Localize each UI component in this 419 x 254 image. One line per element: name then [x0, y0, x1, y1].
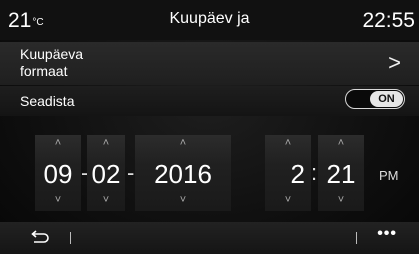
clock: 22:55	[362, 9, 415, 32]
date-separator: -	[127, 160, 135, 185]
chevron-down-icon[interactable]: ˅	[265, 195, 311, 206]
chevron-up-icon[interactable]: ˄	[35, 138, 81, 149]
chevron-down-icon[interactable]: ˅	[135, 195, 231, 206]
chevron-up-icon[interactable]: ˄	[265, 138, 311, 149]
day-value: 09	[43, 159, 73, 189]
bottom-bar: •••	[0, 222, 419, 254]
chevron-up-icon[interactable]: ˄	[318, 138, 364, 149]
divider	[70, 232, 71, 244]
year-value: 2016	[154, 159, 212, 189]
status-bar: 21°C Kuupäev ja 22:55	[0, 0, 419, 40]
more-icon: •••	[377, 225, 397, 242]
more-options-button[interactable]: •••	[377, 225, 397, 243]
set-label: Seadista	[20, 93, 75, 109]
chevron-up-icon[interactable]: ˄	[87, 138, 125, 149]
chevron-down-icon[interactable]: ˅	[35, 195, 81, 206]
chevron-right-icon: >	[388, 50, 401, 75]
chevron-up-icon[interactable]: ˄	[135, 138, 231, 149]
screen: 21°C Kuupäev ja 22:55 Kuupäeva formaat >…	[0, 0, 419, 254]
hour-picker[interactable]: ˄ 2 ˅	[265, 135, 311, 211]
page-title: Kuupäev ja	[169, 10, 250, 27]
year-picker[interactable]: ˄ 2016 ˅	[135, 135, 231, 211]
set-toggle[interactable]: ON	[345, 89, 405, 109]
hour-value: 2	[290, 159, 305, 189]
divider	[356, 232, 357, 244]
chevron-down-icon[interactable]: ˅	[318, 195, 364, 206]
minute-value: 21	[326, 159, 356, 189]
date-format-label: Kuupäeva formaat	[20, 46, 84, 79]
auto-set-row: Seadista ON	[0, 86, 419, 116]
day-picker[interactable]: ˄ 09 ˅	[35, 135, 81, 211]
back-button[interactable]	[28, 228, 52, 248]
back-arrow-icon	[31, 230, 49, 243]
month-picker[interactable]: ˄ 02 ˅	[87, 135, 125, 211]
ampm-indicator[interactable]: PM	[379, 168, 399, 183]
minute-picker[interactable]: ˄ 21 ˅	[318, 135, 364, 211]
month-value: 02	[91, 159, 121, 189]
time-separator: :	[311, 160, 318, 185]
date-format-row[interactable]: Kuupäeva formaat >	[0, 42, 419, 85]
toggle-state-label: ON	[370, 91, 403, 107]
chevron-down-icon[interactable]: ˅	[87, 195, 125, 206]
